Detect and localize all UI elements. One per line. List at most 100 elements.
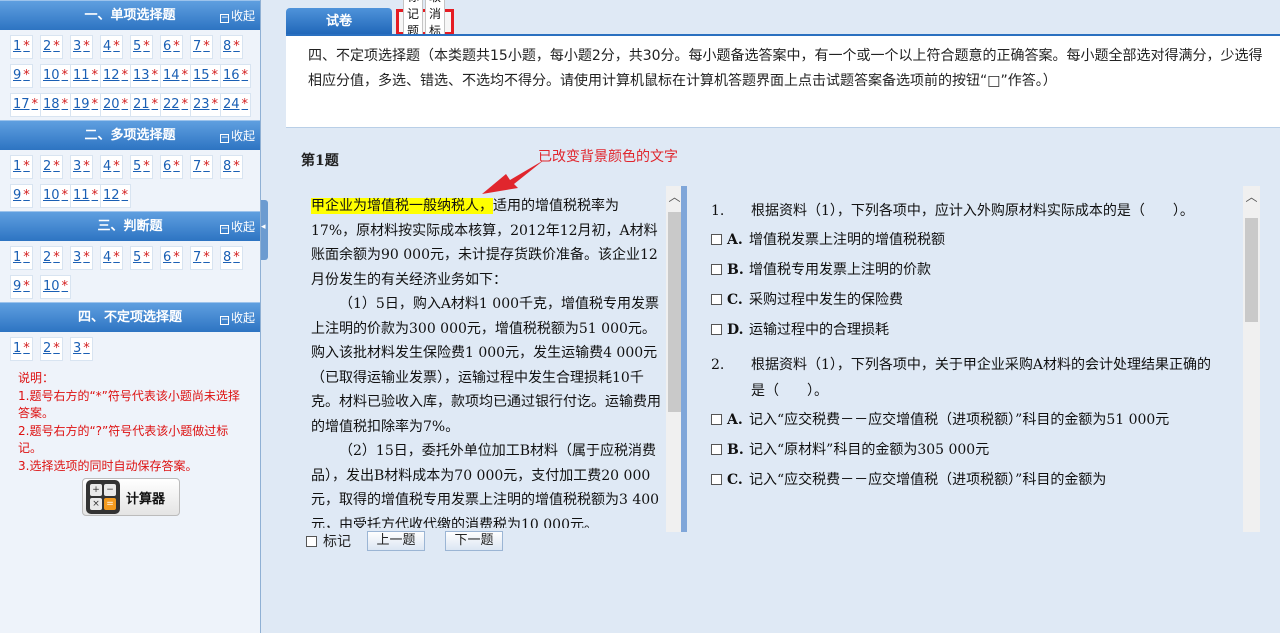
- question-link[interactable]: 6 *: [160, 246, 183, 270]
- question-link[interactable]: 11 *: [70, 64, 102, 88]
- question-number: 18: [43, 97, 60, 112]
- question-link[interactable]: 20 *: [100, 93, 132, 117]
- answer-option[interactable]: B. 记入“原材料”科目的金额为305 000元: [711, 438, 1240, 462]
- question-link[interactable]: 9 *: [10, 184, 33, 208]
- section-collapse-button[interactable]: − 收起: [219, 121, 255, 151]
- question-link[interactable]: 5 *: [130, 246, 153, 270]
- scrollbar-thumb[interactable]: [1245, 218, 1258, 322]
- option-checkbox[interactable]: [711, 414, 722, 425]
- question-link[interactable]: 2 *: [40, 246, 63, 270]
- question-link[interactable]: 14 *: [160, 64, 192, 88]
- question-link[interactable]: 4 *: [100, 155, 123, 179]
- question-link[interactable]: 23 *: [190, 93, 222, 117]
- question-link[interactable]: 2 *: [40, 155, 63, 179]
- section-header: 四、不定项选择题 − 收起: [0, 302, 260, 332]
- question-link[interactable]: 8 *: [220, 35, 243, 59]
- option-checkbox[interactable]: [711, 324, 722, 335]
- question-link[interactable]: 3 *: [70, 246, 93, 270]
- option-checkbox[interactable]: [711, 474, 722, 485]
- question-link[interactable]: 10 *: [40, 64, 72, 88]
- unanswered-mark: *: [173, 250, 180, 265]
- question-link[interactable]: 3 *: [70, 155, 93, 179]
- question-link[interactable]: 1 *: [10, 337, 33, 361]
- questions-scrollbar[interactable]: ︿: [1243, 186, 1260, 532]
- collapse-label: 收起: [230, 220, 255, 234]
- calculator-button[interactable]: + − × = 计算器: [82, 478, 180, 516]
- section-collapse-button[interactable]: − 收起: [219, 212, 255, 242]
- prev-question-button[interactable]: 上一题: [367, 531, 425, 551]
- question-link[interactable]: 19 *: [70, 93, 102, 117]
- material-pane: 甲企业为增值税一般纳税人，适用的增值税税率为17%，原材料按实际成本核算，201…: [296, 186, 661, 528]
- question-link[interactable]: 15 *: [190, 64, 222, 88]
- next-question-button[interactable]: 下一题: [445, 531, 503, 551]
- question-link[interactable]: 3 *: [70, 35, 93, 59]
- question-link[interactable]: 17 *: [10, 93, 42, 117]
- question-link[interactable]: 13 *: [130, 64, 162, 88]
- question-link[interactable]: 1 *: [10, 246, 33, 270]
- option-checkbox[interactable]: [711, 294, 722, 305]
- answer-option[interactable]: A. 增值税发票上注明的增值税税额: [711, 228, 1240, 252]
- option-text: 运输过程中的合理损耗: [749, 322, 889, 338]
- unanswered-mark: *: [53, 341, 60, 356]
- question-link[interactable]: 7 *: [190, 246, 213, 270]
- question-link[interactable]: 6 *: [160, 35, 183, 59]
- scroll-up-icon[interactable]: ︿: [1243, 186, 1260, 208]
- question-link[interactable]: 7 *: [190, 155, 213, 179]
- question-link[interactable]: 10 *: [40, 275, 72, 299]
- question-link[interactable]: 6 *: [160, 155, 183, 179]
- scrollbar-thumb[interactable]: [668, 212, 681, 412]
- question-link[interactable]: 21 *: [130, 93, 162, 117]
- option-checkbox[interactable]: [711, 234, 722, 245]
- question-link[interactable]: 12 *: [100, 64, 132, 88]
- question-link[interactable]: 22 *: [160, 93, 192, 117]
- section-collapse-button[interactable]: − 收起: [219, 1, 255, 31]
- sidebar-collapse-handle[interactable]: [261, 200, 268, 260]
- option-checkbox[interactable]: [711, 264, 722, 275]
- question-number: 12: [103, 68, 120, 83]
- question-link[interactable]: 11 *: [70, 184, 102, 208]
- question-link[interactable]: 9 *: [10, 64, 33, 88]
- answer-option[interactable]: C. 采购过程中发生的保险费: [711, 288, 1240, 312]
- question-link[interactable]: 3 *: [70, 337, 93, 361]
- question-link[interactable]: 10 *: [40, 184, 72, 208]
- question-link[interactable]: 9 *: [10, 275, 33, 299]
- question-link[interactable]: 2 *: [40, 35, 63, 59]
- question-link[interactable]: 5 *: [130, 155, 153, 179]
- collapse-icon: −: [219, 224, 229, 234]
- material-paragraph-2: （1）5日，购入A材料1 000千克，增值税专用发票上注明的价款为300 000…: [311, 296, 661, 435]
- answer-option[interactable]: A. 记入“应交税费－－应交增值税（进项税额）”科目的金额为51 000元: [711, 408, 1240, 432]
- question-link[interactable]: 12 *: [100, 184, 132, 208]
- question-grid: 1 * 2 * 3 *: [0, 332, 260, 364]
- question-link[interactable]: 4 *: [100, 35, 123, 59]
- question-link[interactable]: 7 *: [190, 35, 213, 59]
- question-link[interactable]: 24 *: [220, 93, 252, 117]
- question-number: 1: [13, 159, 22, 174]
- unanswered-mark: *: [53, 250, 60, 265]
- question-link[interactable]: 8 *: [220, 246, 243, 270]
- pane-divider[interactable]: [681, 186, 687, 532]
- question-number: 8: [223, 39, 232, 54]
- option-checkbox[interactable]: [711, 444, 722, 455]
- answer-option[interactable]: D. 运输过程中的合理损耗: [711, 318, 1240, 342]
- question-number: 3: [73, 341, 82, 356]
- question-number: 20: [103, 97, 120, 112]
- answer-option[interactable]: C. 记入“应交税费－－应交增值税（进项税额）”科目的金额为: [711, 468, 1240, 492]
- question-link[interactable]: 1 *: [10, 155, 33, 179]
- question-footer: 标记 上一题 下一题: [306, 531, 503, 551]
- question-link[interactable]: 4 *: [100, 246, 123, 270]
- question-number: 17: [13, 97, 30, 112]
- question-link[interactable]: 1 *: [10, 35, 33, 59]
- question-link[interactable]: 8 *: [220, 155, 243, 179]
- unanswered-mark: *: [61, 97, 69, 112]
- question-number: 9: [13, 279, 22, 294]
- answer-option[interactable]: B. 增值税专用发票上注明的价款: [711, 258, 1240, 282]
- question-link[interactable]: 5 *: [130, 35, 153, 59]
- mark-checkbox[interactable]: [306, 535, 317, 547]
- question-link[interactable]: 2 *: [40, 337, 63, 361]
- tab-exam-paper[interactable]: 试卷: [286, 8, 392, 35]
- question-number: 19: [73, 97, 90, 112]
- section-collapse-button[interactable]: − 收起: [219, 303, 255, 333]
- question-link[interactable]: 18 *: [40, 93, 72, 117]
- unanswered-mark: *: [181, 97, 189, 112]
- question-link[interactable]: 16 *: [220, 64, 252, 88]
